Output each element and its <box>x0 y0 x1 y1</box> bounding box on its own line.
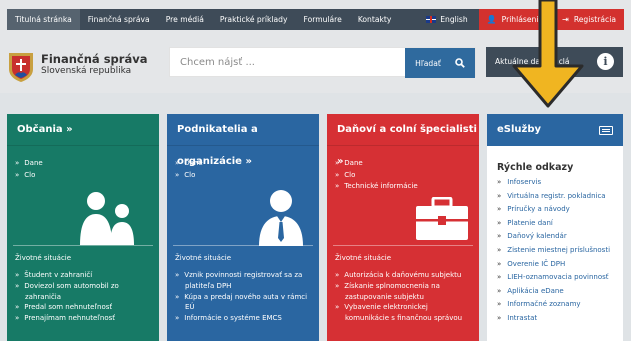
eservices-title: eSlužby <box>497 124 542 135</box>
citizens-situations-heading[interactable]: Životné situácie <box>15 254 71 262</box>
citizens-situations-list: Študent v zahraničí Doviezol som automob… <box>15 270 153 324</box>
nav-home[interactable]: Titulná stránka <box>7 9 80 30</box>
nav-financial-administration[interactable]: Finančná správa <box>80 9 158 30</box>
state-emblem-icon[interactable] <box>7 51 35 83</box>
brand-title[interactable]: Finančná správa <box>41 52 147 66</box>
citizens-link-customs[interactable]: Clo <box>15 170 43 182</box>
list-item[interactable]: Kúpa a predaj nového auta v rámci EÚ <box>175 292 313 314</box>
quick-link[interactable]: Virtuálna registr. pokladnica <box>497 190 610 204</box>
specialists-link-taxes[interactable]: Dane <box>335 158 418 170</box>
english-link[interactable]: English <box>418 9 475 30</box>
list-item[interactable]: Autorizácia k daňovému subjektu <box>335 270 473 281</box>
eservices-header[interactable]: eSlužby <box>487 114 623 146</box>
divider <box>173 245 313 246</box>
nav-contacts[interactable]: Kontakty <box>350 9 400 30</box>
business-title[interactable]: Podnikatelia a organizácie » <box>167 114 319 167</box>
divider <box>333 245 473 246</box>
english-label: English <box>440 15 468 24</box>
list-item[interactable]: Predal som nehnuteľnosť <box>15 302 153 313</box>
specialists-link-customs[interactable]: Clo <box>335 170 418 182</box>
search-button-label: Hľadať <box>415 58 441 68</box>
list-item[interactable]: Doviezol som automobil zo zahraničia <box>15 281 153 303</box>
quick-link[interactable]: Zistenie miestnej príslušnosti <box>497 244 610 258</box>
specialists-situations-heading[interactable]: Životné situácie <box>335 254 391 262</box>
uk-flag-icon <box>426 16 437 23</box>
quick-links-title: Rýchle odkazy <box>497 162 574 173</box>
citizens-link-taxes[interactable]: Dane <box>15 158 42 170</box>
search-icon <box>455 58 465 68</box>
business-link-taxes[interactable]: Dane <box>175 158 202 170</box>
quick-link[interactable]: Infoservis <box>497 176 610 190</box>
quick-link[interactable]: Daňový kalendár <box>497 230 610 244</box>
nav-media[interactable]: Pre médiá <box>158 9 212 30</box>
quick-link[interactable]: LIEH-oznamovacia povinnosť <box>497 271 610 285</box>
business-situations-heading[interactable]: Životné situácie <box>175 254 231 262</box>
business-situations-list: Vznik povinnosti registrovať sa za plati… <box>175 270 313 324</box>
briefcase-icon <box>416 197 468 240</box>
quick-link[interactable]: Platenie daní <box>497 217 610 231</box>
user-icon: 👤 <box>486 15 497 24</box>
list-item[interactable]: Získanie splnomocnenia na zastupovanie s… <box>335 281 473 303</box>
list-item[interactable]: Vznik povinnosti registrovať sa za plati… <box>175 270 313 292</box>
brand-subtitle: Slovenská republika <box>41 66 132 76</box>
citizens-panel: Občania » Dane Clo Životné situácie Štud… <box>7 114 159 341</box>
quick-links-list: Infoservis Virtuálna registr. pokladnica… <box>497 176 610 326</box>
businessman-icon <box>259 190 303 246</box>
nav-practical-examples[interactable]: Praktické príklady <box>212 9 296 30</box>
specialists-title[interactable]: Daňoví a colní špecialisti » <box>327 114 479 167</box>
specialists-situations-list: Autorizácia k daňovému subjektu Získanie… <box>335 270 473 324</box>
specialists-link-technical[interactable]: Technické informácie <box>335 181 417 193</box>
specialists-links: Dane Clo Technické informácie <box>335 158 418 193</box>
quick-link[interactable]: Overenie IČ DPH <box>497 258 610 272</box>
quick-link[interactable]: Informačné zoznamy <box>497 298 610 312</box>
divider <box>13 245 153 246</box>
keyboard-icon <box>599 126 613 135</box>
list-item[interactable]: Prenajímam nehnuteľnosť <box>15 313 153 324</box>
citizens-links: Dane Clo <box>15 158 43 182</box>
business-panel: Podnikatelia a organizácie » Dane Clo Ži… <box>167 114 319 341</box>
family-icon <box>80 192 134 245</box>
list-item[interactable]: Študent v zahraničí <box>15 270 153 281</box>
business-link-customs[interactable]: Clo <box>175 170 203 182</box>
search-button[interactable]: Hľadať <box>405 48 475 78</box>
quick-link[interactable]: Príručky a návody <box>497 203 610 217</box>
list-item[interactable]: Vybavenie elektronickej komunikácie s fi… <box>335 302 473 324</box>
quick-link[interactable]: Intrastat <box>497 312 610 326</box>
business-links: Dane Clo <box>175 158 203 182</box>
citizens-title[interactable]: Občania » <box>7 114 159 146</box>
nav-forms[interactable]: Formuláre <box>295 9 349 30</box>
eservices-panel: eSlužby Rýchle odkazy Infoservis Virtuál… <box>487 114 623 341</box>
specialists-panel: Daňoví a colní špecialisti » Dane Clo Te… <box>327 114 479 341</box>
search-input[interactable]: Chcem nájsť ... <box>180 48 255 78</box>
quick-link[interactable]: Aplikácia eDane <box>497 285 610 299</box>
search-box: Chcem nájsť ... Hľadať <box>169 47 476 78</box>
list-item[interactable]: Informácie o systéme EMCS <box>175 313 313 324</box>
pointer-arrow-icon <box>512 0 584 108</box>
